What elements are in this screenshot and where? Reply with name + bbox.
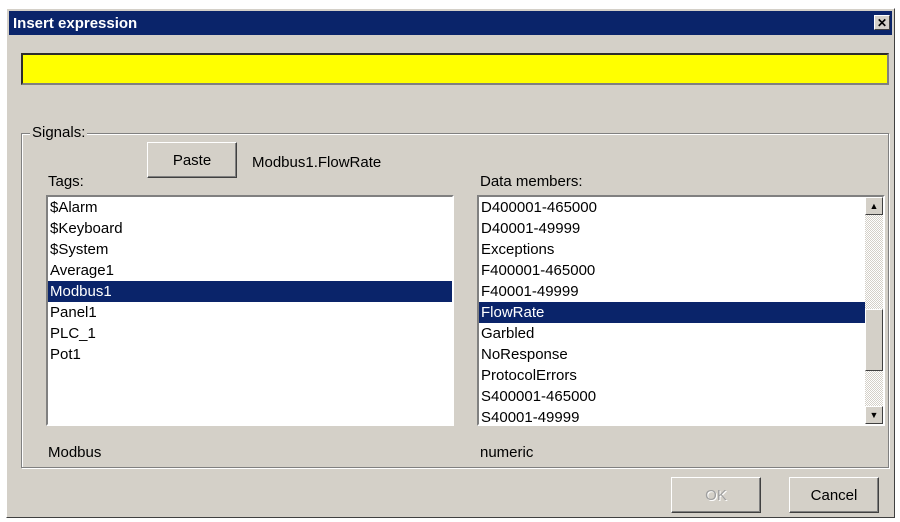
insert-expression-dialog: Insert expression ✕ Signals: Paste Modbu…	[6, 8, 895, 518]
list-item[interactable]: S40001-49999	[479, 407, 865, 424]
list-item[interactable]: D400001-465000	[479, 197, 865, 218]
window-title: Insert expression	[13, 14, 138, 32]
list-item[interactable]: NoResponse	[479, 344, 865, 365]
list-item[interactable]: $Keyboard	[48, 218, 452, 239]
tags-listbox[interactable]: $Alarm $Keyboard $System Average1 Modbus1 Pan…	[46, 195, 454, 426]
data-members-label: Data members:	[480, 173, 583, 190]
list-item[interactable]: Pot1	[48, 344, 452, 365]
ok-button[interactable]: OK	[671, 477, 761, 513]
list-item[interactable]: S400001-465000	[479, 386, 865, 407]
selected-signal-path: Modbus1.FlowRate	[252, 154, 382, 171]
data-members-scrollbar[interactable]: ▲ ▼	[865, 197, 883, 424]
data-members-listbox[interactable]: D400001-465000 D40001-49999 Exceptions F400…	[477, 195, 885, 426]
member-type-text: numeric	[480, 444, 534, 461]
list-item[interactable]: PLC_1	[48, 323, 452, 344]
list-item[interactable]: Average1	[48, 260, 452, 281]
list-item[interactable]: Modbus1	[48, 281, 452, 302]
data-members-list: D400001-465000 D40001-49999 Exceptions F400…	[479, 197, 865, 424]
title-bar[interactable]: Insert expression ✕	[9, 11, 892, 35]
list-item[interactable]: F40001-49999	[479, 281, 865, 302]
scroll-down-arrow-icon[interactable]: ▼	[865, 406, 883, 424]
paste-button[interactable]: Paste	[147, 142, 237, 178]
list-item[interactable]: D40001-49999	[479, 218, 865, 239]
tags-label: Tags:	[48, 173, 84, 190]
list-item[interactable]: $System	[48, 239, 452, 260]
list-item[interactable]: F400001-465000	[479, 260, 865, 281]
list-item[interactable]: Garbled	[479, 323, 865, 344]
scrollbar-thumb[interactable]	[865, 309, 883, 371]
expression-input[interactable]	[21, 53, 889, 85]
cancel-button[interactable]: Cancel	[789, 477, 879, 513]
scroll-up-arrow-icon[interactable]: ▲	[865, 197, 883, 215]
tags-list: $Alarm $Keyboard $System Average1 Modbus1 Pan…	[48, 197, 452, 365]
list-item[interactable]: Panel1	[48, 302, 452, 323]
list-item[interactable]: Exceptions	[479, 239, 865, 260]
list-item[interactable]: FlowRate	[479, 302, 865, 323]
close-icon[interactable]: ✕	[874, 15, 890, 30]
tag-type-text: Modbus	[48, 444, 102, 461]
signals-group: Signals: Paste Modbus1.FlowRate Tags: Da…	[21, 124, 889, 468]
list-item[interactable]: ProtocolErrors	[479, 365, 865, 386]
signals-group-label: Signals:	[30, 124, 88, 141]
list-item[interactable]: $Alarm	[48, 197, 452, 218]
